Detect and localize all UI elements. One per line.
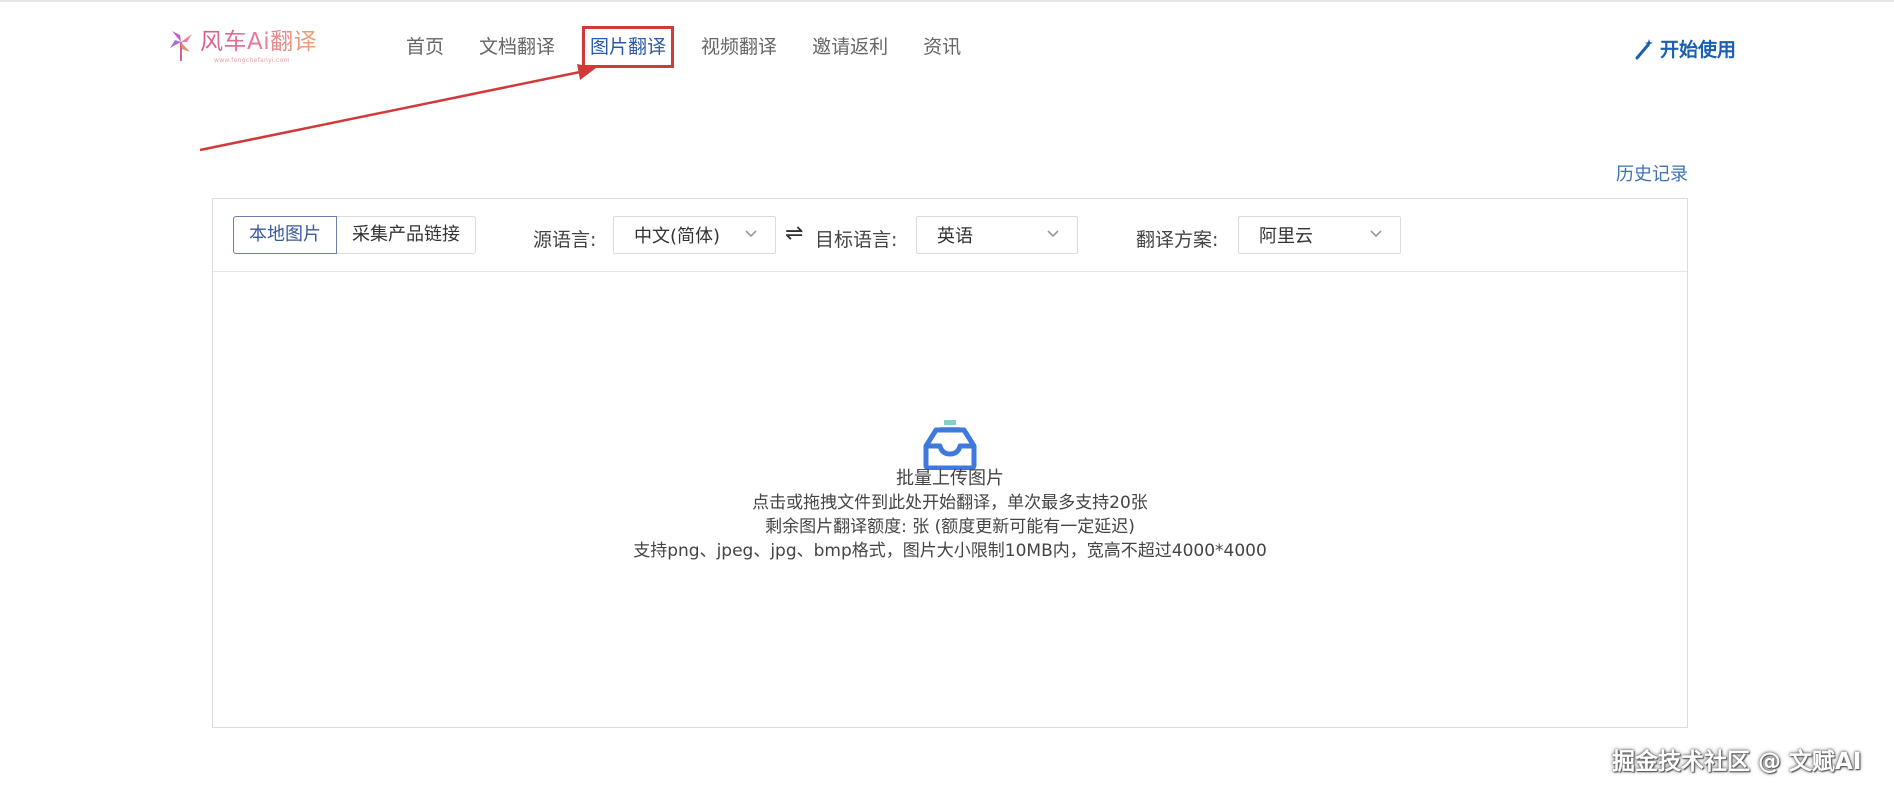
upload-quota: 剩余图片翻译额度: 张 (额度更新可能有一定延迟) [765, 517, 1135, 537]
main-nav: 首页 文档翻译 图片翻译 视频翻译 邀请返利 资讯 [406, 26, 996, 68]
logo[interactable]: 风车Ai翻译 www.fengchefanyi.com [168, 28, 317, 64]
upload-instruction: 点击或拖拽文件到此处开始翻译，单次最多支持20张 [752, 493, 1148, 513]
target-language-select[interactable]: 英语 [916, 216, 1078, 254]
nav-image-translation[interactable]: 图片翻译 [582, 26, 675, 68]
start-using-label: 开始使用 [1660, 39, 1737, 61]
translation-panel: 本地图片 采集产品链接 源语言: 中文(简体) ⇌ 目标语言: 英语 翻译方案:… [212, 198, 1688, 728]
watermark: 掘金技术社区 @ 文赋AI [1612, 749, 1862, 775]
source-language-value: 中文(简体) [634, 226, 721, 247]
tab-product-link[interactable]: 采集产品链接 [337, 216, 476, 254]
target-language-value: 英语 [937, 226, 973, 247]
translation-plan-value: 阿里云 [1259, 226, 1313, 247]
options-toolbar: 本地图片 采集产品链接 源语言: 中文(简体) ⇌ 目标语言: 英语 翻译方案:… [213, 199, 1687, 272]
tab-local-image[interactable]: 本地图片 [233, 216, 337, 254]
source-language-label: 源语言: [533, 229, 597, 251]
history-link[interactable]: 历史记录 [1616, 160, 1688, 186]
windmill-icon [170, 31, 192, 61]
nav-video-translation[interactable]: 视频翻译 [701, 34, 777, 60]
upload-dropzone[interactable]: 批量上传图片 点击或拖拽文件到此处开始翻译，单次最多支持20张 剩余图片翻译额度… [213, 272, 1687, 727]
chevron-down-icon [745, 230, 757, 238]
nav-news[interactable]: 资讯 [923, 34, 961, 60]
source-type-tabs: 本地图片 采集产品链接 [233, 216, 476, 254]
top-border [0, 0, 1894, 2]
inbox-icon [923, 420, 977, 470]
logo-url: www.fengchefanyi.com [214, 57, 290, 64]
nav-document-translation[interactable]: 文档翻译 [479, 34, 555, 60]
chevron-down-icon [1370, 230, 1382, 238]
upload-format-limits: 支持png、jpeg、jpg、bmp格式，图片大小限制10MB内，宽高不超过40… [633, 541, 1267, 561]
logo-text: 风车Ai翻译 [200, 29, 318, 55]
swap-languages-icon[interactable]: ⇌ [785, 221, 803, 246]
target-language-label: 目标语言: [815, 229, 898, 251]
nav-home[interactable]: 首页 [406, 34, 444, 60]
nav-invite-rebate[interactable]: 邀请返利 [812, 34, 888, 60]
translation-plan-label: 翻译方案: [1136, 229, 1219, 251]
magic-wand-icon [1635, 38, 1653, 59]
start-using-button[interactable]: 开始使用 [1634, 35, 1736, 62]
translation-plan-select[interactable]: 阿里云 [1238, 216, 1401, 254]
upload-title: 批量上传图片 [896, 468, 1004, 489]
chevron-down-icon [1047, 230, 1059, 238]
source-language-select[interactable]: 中文(简体) [613, 216, 776, 254]
